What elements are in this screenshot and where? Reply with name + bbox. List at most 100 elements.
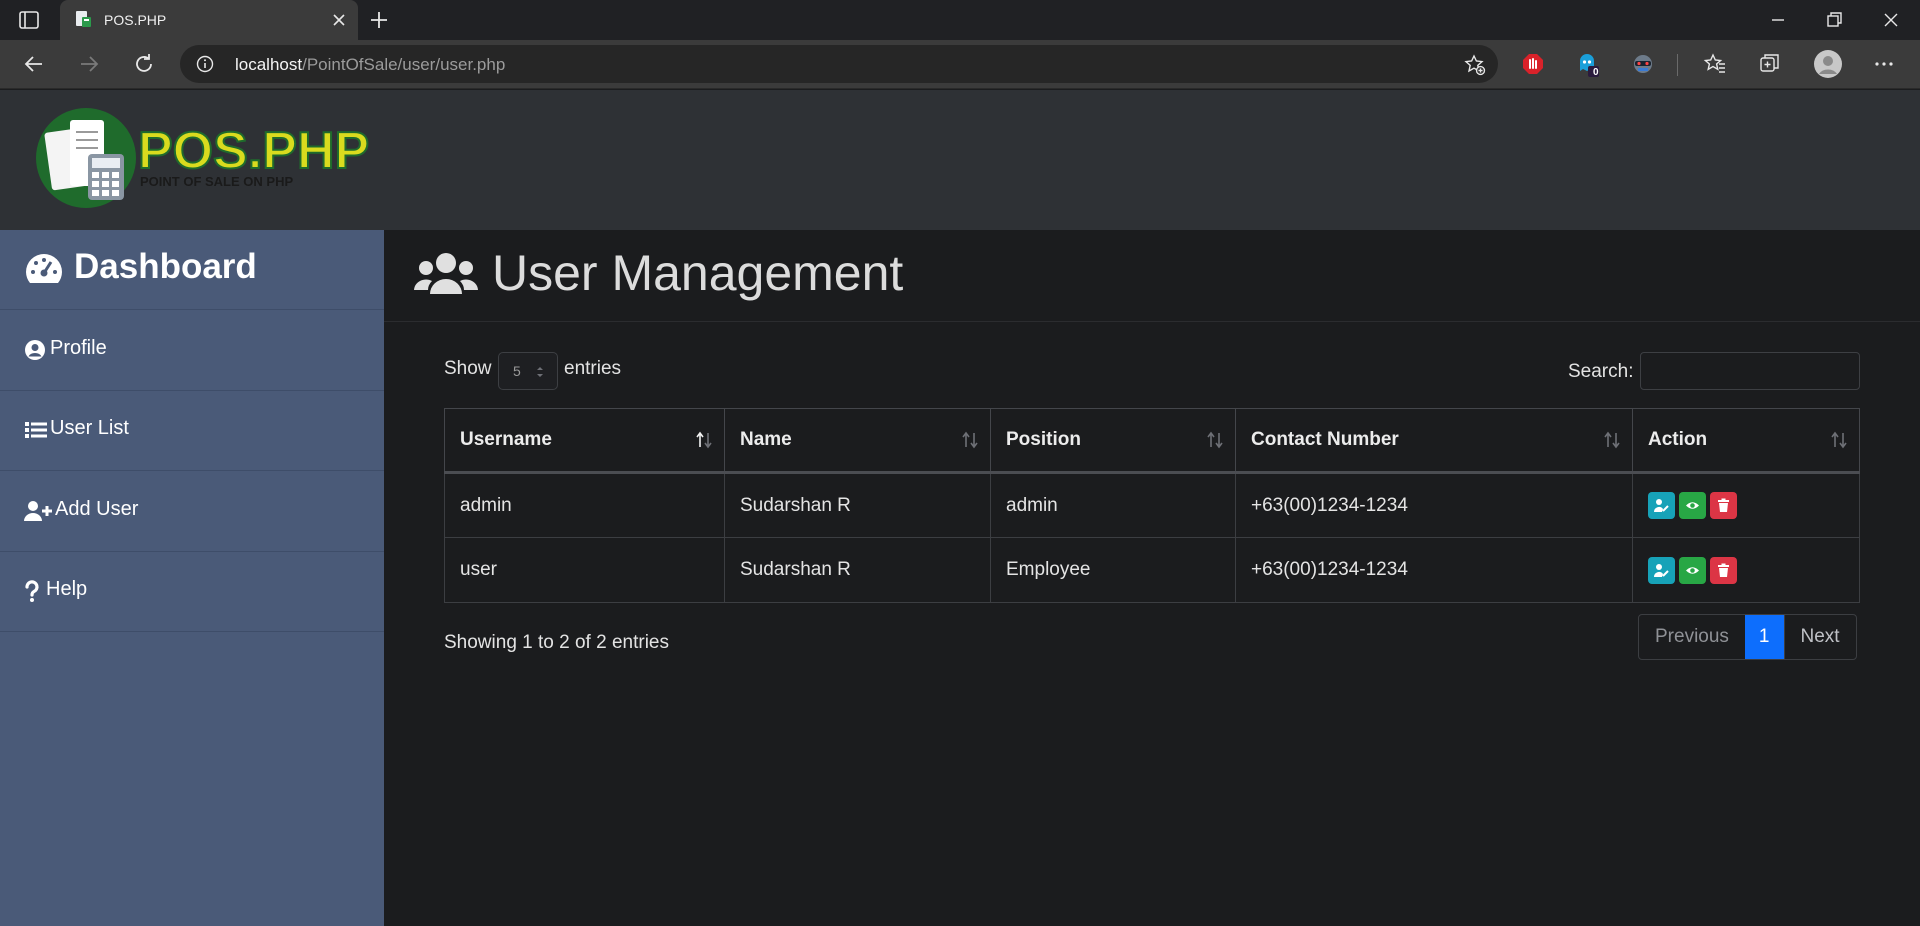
site-info-icon[interactable] [196,55,214,73]
cell-position: admin [990,472,1236,538]
sort-icon [1207,431,1223,449]
page-1-button[interactable]: 1 [1744,615,1784,659]
svg-text:POINT OF SALE ON PHP: POINT OF SALE ON PHP [140,174,293,189]
cell-name: Sudarshan R [724,537,991,603]
table-header-row: Username Name Position Contact Number Ac… [444,408,1860,474]
question-icon [25,580,39,602]
site-header: POS.PHP POINT OF SALE ON PHP [0,90,1920,230]
new-tab-icon[interactable] [368,9,390,31]
browser-tab-bar: POS.PHP [0,0,1920,40]
page-title: User Management [492,245,904,301]
sidebar-item-label: User List [50,417,129,439]
toolbar-divider [1677,54,1678,76]
profile-avatar-icon[interactable] [1813,49,1843,79]
cell-username: admin [444,472,725,538]
sidebar-item-dashboard[interactable]: Dashboard [0,230,384,310]
url-text[interactable]: localhost/PointOfSale/user/user.php [235,55,505,75]
cell-name: Sudarshan R [724,472,991,538]
user-plus-icon [24,501,52,521]
table-row: user Sudarshan R Employee +63(00)1234-12… [444,537,1860,603]
column-header-username[interactable]: Username [444,408,725,474]
collections-icon[interactable] [1757,51,1783,77]
column-header-contact[interactable]: Contact Number [1235,408,1633,474]
entries-label: entries [564,358,622,379]
browser-toolbar: localhost/PointOfSale/user/user.php 0 [0,40,1920,89]
pos-favicon-icon [76,11,91,27]
user-edit-icon [1654,499,1669,512]
column-header-position[interactable]: Position [990,408,1236,474]
user-circle-icon [25,340,45,360]
sort-icon [1604,431,1620,449]
delete-user-button[interactable] [1710,556,1737,584]
sort-asc-icon [696,431,712,449]
sidebar: Dashboard Profile User List Add User Hel… [0,230,384,926]
sidebar-item-label: Profile [50,337,107,359]
trash-icon [1718,563,1729,577]
sidebar-item-label: Dashboard [74,247,257,286]
cell-username: user [444,537,725,603]
select-arrows-icon [537,367,543,377]
column-header-name[interactable]: Name [724,408,991,474]
refresh-icon[interactable] [132,52,156,76]
pagination: Previous 1 Next [1638,614,1857,660]
minimize-icon[interactable] [1766,8,1790,32]
tachometer-icon [26,254,62,283]
main-content: User Management Show 5 entries Search: U… [384,230,1920,926]
sidebar-item-label: Help [46,578,88,600]
edit-user-button[interactable] [1648,492,1675,519]
adblock-extension-icon[interactable] [1520,51,1546,77]
privacy-extension-icon[interactable] [1630,51,1656,77]
view-user-button[interactable] [1679,492,1706,519]
close-tab-icon[interactable] [330,11,348,29]
sidebar-item-user-list[interactable]: User List [0,391,384,471]
url-path: /PointOfSale/user/user.php [302,55,506,74]
cell-actions [1632,537,1860,603]
favorites-icon[interactable] [1702,51,1728,77]
user-edit-icon [1654,563,1669,577]
sidebar-item-add-user[interactable]: Add User [0,472,384,552]
next-page-button[interactable]: Next [1783,615,1856,659]
page-header: User Management [384,230,1920,322]
add-favorite-icon[interactable] [1464,54,1486,76]
sidebar-item-profile[interactable]: Profile [0,311,384,391]
search-label: Search: [1568,361,1634,382]
edit-user-button[interactable] [1648,556,1675,584]
table-row: admin Sudarshan R admin +63(00)1234-1234 [444,472,1860,538]
back-icon[interactable] [22,52,46,76]
previous-page-button[interactable]: Previous [1639,615,1745,659]
sidebar-item-help[interactable]: Help [0,552,384,632]
close-window-icon[interactable] [1879,8,1903,32]
column-header-action[interactable]: Action [1632,408,1860,474]
browser-tab[interactable]: POS.PHP [60,0,358,40]
search-input[interactable] [1640,352,1860,390]
cell-contact: +63(00)1234-1234 [1235,537,1633,603]
sidebar-item-label: Add User [55,498,139,520]
extension-badge: 0 [1593,67,1599,78]
svg-text:POS.PHP: POS.PHP [138,122,369,180]
restore-icon[interactable] [1822,8,1846,32]
eye-icon [1686,502,1699,509]
sort-icon [1831,431,1847,449]
delete-user-button[interactable] [1710,492,1737,519]
list-icon [25,422,47,438]
entries-length-value: 5 [513,363,521,379]
table-info: Showing 1 to 2 of 2 entries [444,632,669,653]
view-user-button[interactable] [1679,556,1706,584]
more-options-icon[interactable] [1871,51,1897,77]
cell-actions [1632,472,1860,538]
forward-icon[interactable] [77,52,101,76]
url-host: localhost [235,55,303,74]
sort-icon [962,431,978,449]
tab-title: POS.PHP [104,12,167,28]
trash-icon [1718,498,1729,512]
show-label: Show [444,358,492,379]
eye-icon [1686,566,1699,574]
cell-position: Employee [990,537,1236,603]
cell-contact: +63(00)1234-1234 [1235,472,1633,538]
address-bar[interactable]: localhost/PointOfSale/user/user.php [180,45,1498,83]
users-icon [414,253,478,294]
entries-length-select[interactable]: 5 [498,352,558,390]
users-table: Username Name Position Contact Number Ac… [444,408,1860,603]
tab-actions-icon[interactable] [18,10,40,30]
pos-php-logo[interactable]: POS.PHP POINT OF SALE ON PHP [30,102,370,214]
